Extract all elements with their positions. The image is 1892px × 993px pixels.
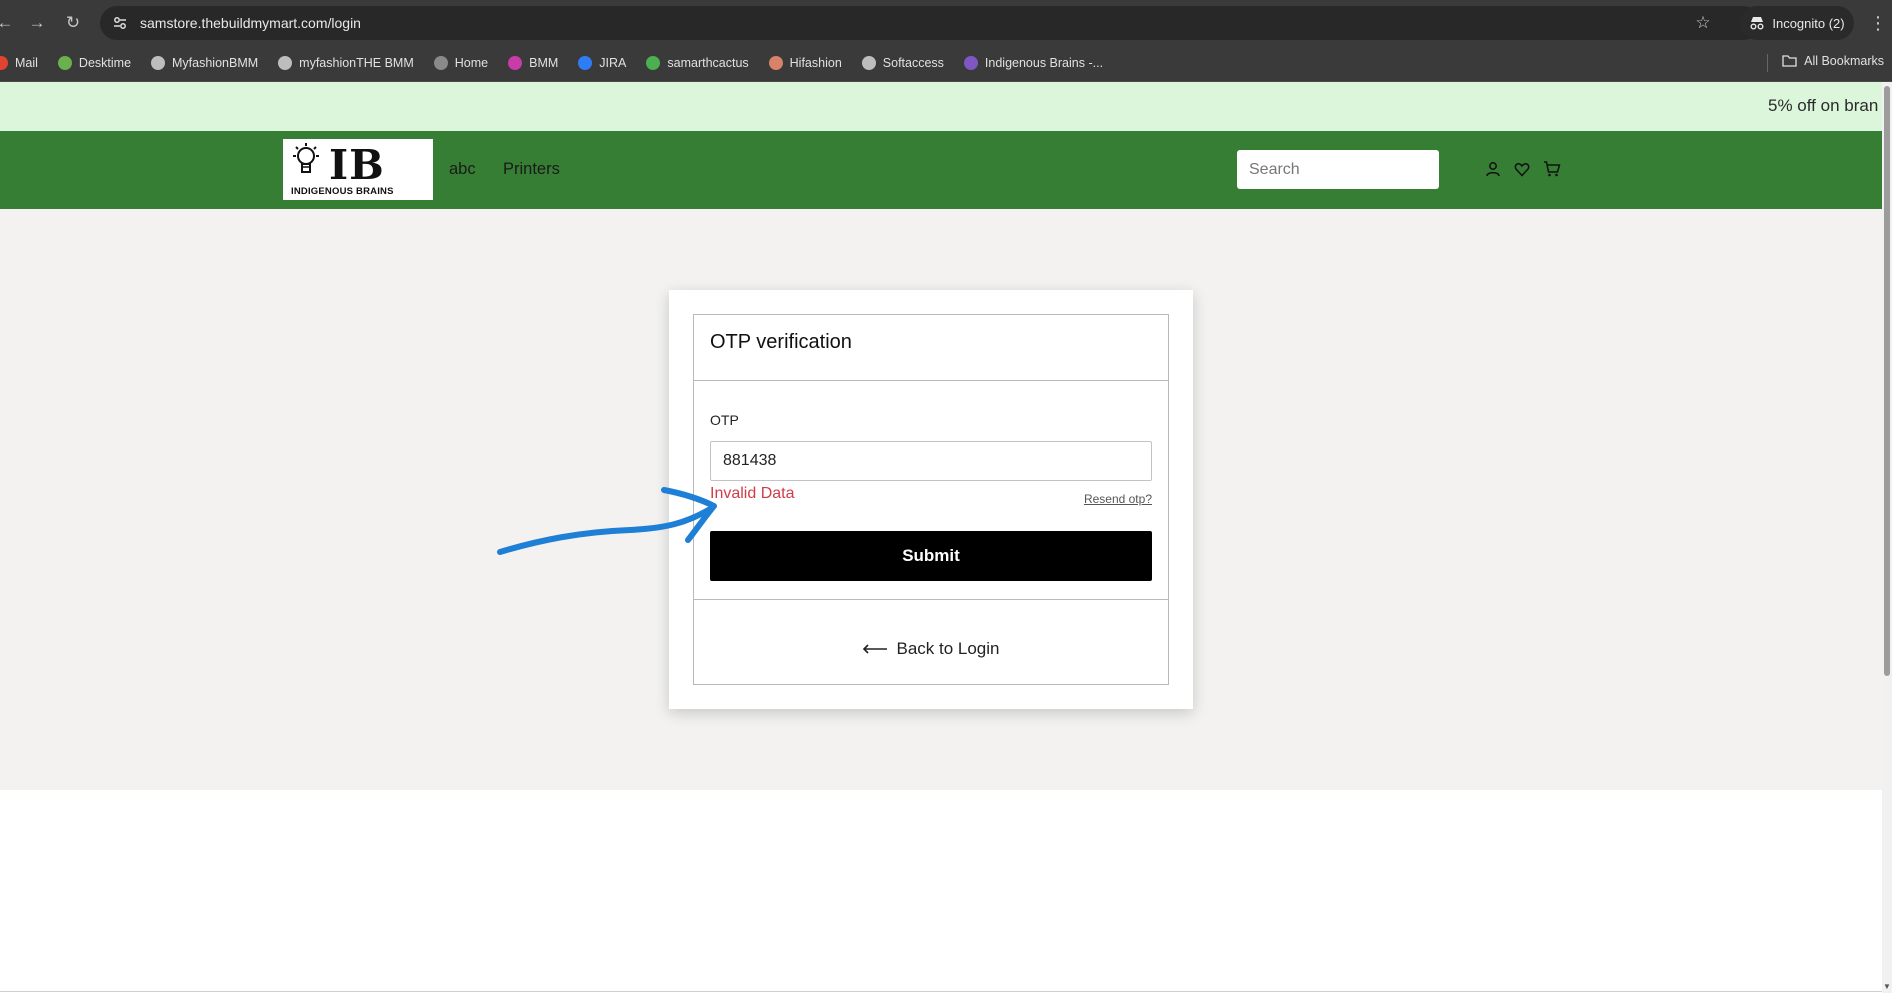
bookmark-favicon-icon [278,56,293,70]
bookmark-star-icon[interactable]: ☆ [1693,13,1713,33]
otp-input[interactable] [710,441,1152,481]
bookmark-item[interactable]: MyfashionBMM [151,56,258,70]
logo-mark: IB [329,141,385,189]
incognito-button[interactable]: Incognito (2) [1740,6,1854,40]
bookmark-favicon-icon [578,56,593,70]
back-to-login-link[interactable]: Back to Login [694,639,1168,659]
browser-toolbar: ← → ↻ samstore.thebuildmymart.com/login … [0,0,1892,45]
bookmark-favicon-icon [57,56,72,70]
bookmark-label: BMM [529,56,559,70]
bookmark-item[interactable]: BMM [508,56,558,70]
bookmark-label: Softaccess [882,56,944,70]
incognito-label: Incognito (2) [1772,15,1845,31]
submit-button[interactable]: Submit [710,531,1152,581]
bookmark-label: samarthcactus [667,56,749,70]
card-divider-bottom [694,599,1168,600]
bookmark-label: Indigenous Brains -... [984,56,1104,70]
bookmarks-list: Mail Desktime MyfashionBMM myfashionTHE BMM… [0,56,1123,70]
bookmark-item[interactable]: Desktime [57,56,132,70]
bookmark-label: JIRA [599,56,627,70]
otp-card-frame: OTP verification OTP Invalid Data Resend… [693,314,1169,685]
address-bar[interactable]: samstore.thebuildmymart.com/login [100,6,1760,40]
reload-icon[interactable]: ↻ [60,10,86,36]
otp-card-title: OTP verification [710,331,852,353]
bookmark-item[interactable]: Home [433,56,489,70]
user-account-icon[interactable] [1484,160,1502,178]
logo-subtitle: INDIGENOUS BRAINS [291,186,394,197]
bookmark-label: MyfashionBMM [172,56,259,70]
bookmarks-divider [1767,54,1768,72]
wishlist-heart-icon[interactable] [1513,160,1531,178]
bookmark-item[interactable]: Hifashion [768,56,842,70]
folder-icon [1782,55,1797,67]
otp-field-label: OTP [710,412,739,428]
bookmark-favicon-icon [861,56,876,70]
arrow-left-icon [863,644,888,654]
announcement-text: 5% off on bran [1768,96,1879,115]
page-scrollbar[interactable]: ▼ [1882,82,1892,993]
bookmark-item[interactable]: Mail [0,56,38,70]
otp-card: OTP verification OTP Invalid Data Resend… [669,290,1193,709]
bookmark-favicon-icon [508,56,523,70]
lightbulb-icon [293,143,319,173]
cart-icon[interactable] [1543,160,1561,178]
bookmark-favicon-icon [768,56,783,70]
bookmark-item[interactable]: myfashionTHE BMM [278,56,414,70]
announcement-bar: 5% off on bran [0,82,1882,131]
all-bookmarks-label: All Bookmarks [1804,54,1884,68]
bookmark-item[interactable]: samarthcactus [646,56,749,70]
page-bottom-border [0,991,1882,992]
bookmark-label: Desktime [78,56,132,70]
bookmark-label: Home [454,56,489,70]
bookmark-label: myfashionTHE BMM [299,56,414,70]
back-to-login-label: Back to Login [896,639,1000,658]
resend-otp-link[interactable]: Resend otp? [1084,492,1152,506]
bookmark-favicon-icon [151,56,166,70]
bookmark-label: Hifashion [789,56,842,70]
forward-arrow-icon[interactable]: → [24,10,50,36]
bookmarks-bar: Mail Desktime MyfashionBMM myfashionTHE BMM… [0,45,1892,82]
card-divider-top [694,380,1168,381]
bookmark-favicon-icon [433,56,448,70]
site-logo[interactable]: IB INDIGENOUS BRAINS [283,139,433,200]
nav-link-abc[interactable]: abc [449,160,476,179]
search-input[interactable] [1237,150,1439,189]
nav-link-printers[interactable]: Printers [503,160,560,179]
bookmark-favicon-icon [0,56,8,70]
bookmark-favicon-icon [646,56,661,70]
url-text: samstore.thebuildmymart.com/login [140,15,361,31]
bookmark-item[interactable]: Indigenous Brains -... [963,56,1104,70]
bookmark-item[interactable]: JIRA [578,56,626,70]
annotation-arrow-icon [497,487,717,555]
all-bookmarks-button[interactable]: All Bookmarks [1782,54,1884,68]
bookmark-label: Mail [15,56,38,70]
browser-menu-icon[interactable]: ⋮ [1868,10,1888,36]
scroll-down-arrow-icon[interactable]: ▼ [1883,983,1891,991]
back-arrow-icon[interactable]: ← [0,10,18,36]
bookmark-favicon-icon [963,56,978,70]
bookmark-item[interactable]: Softaccess [861,56,944,70]
scrollbar-thumb[interactable] [1884,86,1890,676]
incognito-icon [1750,17,1764,30]
site-settings-icon[interactable] [110,13,130,33]
